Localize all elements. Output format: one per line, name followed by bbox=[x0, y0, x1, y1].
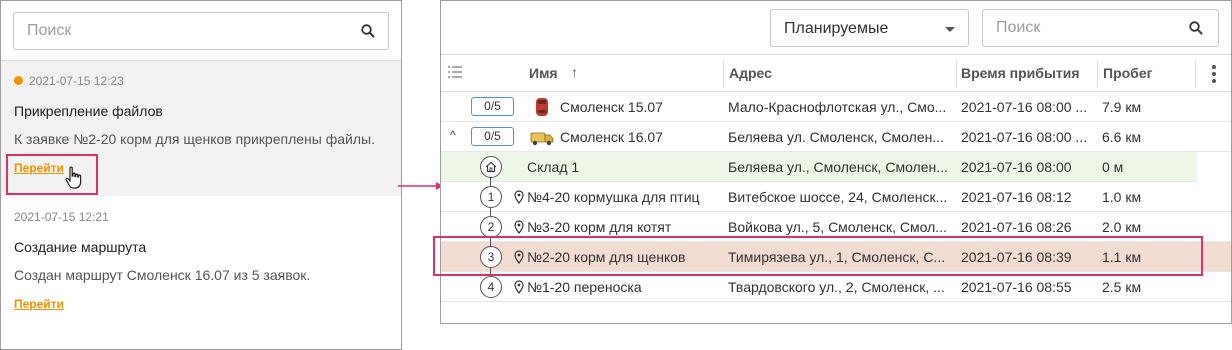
search-icon[interactable] bbox=[360, 23, 376, 39]
stop-name: №4-20 кормушка для птиц bbox=[527, 189, 700, 205]
route-mileage: 6.6 км bbox=[1102, 129, 1142, 145]
home-icon bbox=[485, 161, 497, 173]
map-pin-icon bbox=[514, 220, 524, 234]
toolbar: Планируемые bbox=[441, 1, 1231, 55]
route-arrival: 2021-07-16 08:00 ... bbox=[961, 99, 1088, 115]
notification-text: Создан маршрут Смоленск 16.07 из 5 заяво… bbox=[14, 267, 311, 283]
stop-number: 1 bbox=[480, 186, 502, 208]
column-divider[interactable] bbox=[956, 60, 957, 88]
stop-mileage: 0 м bbox=[1102, 159, 1124, 175]
depot-marker bbox=[480, 156, 502, 178]
connector-arrow-icon bbox=[398, 182, 443, 190]
selected-row-highlight-frame bbox=[433, 236, 1203, 276]
yellow-truck-icon bbox=[530, 132, 554, 146]
stop-mileage: 2.5 км bbox=[1102, 279, 1142, 295]
map-pin-icon bbox=[514, 190, 524, 204]
route-mileage: 7.9 км bbox=[1102, 99, 1142, 115]
notification-item[interactable]: 2021-07-15 12:21 Создание маршрута Созда… bbox=[1, 196, 401, 316]
collapse-toggle[interactable]: ^ bbox=[450, 128, 456, 142]
table-header: Имя ↑ Адрес Время прибытия Пробег bbox=[441, 56, 1231, 92]
column-header-name[interactable]: Имя bbox=[529, 65, 558, 81]
notification-title: Прикрепление файлов bbox=[14, 103, 163, 119]
stop-arrival: 2021-07-16 08:26 bbox=[961, 219, 1072, 235]
sort-ascending-icon[interactable]: ↑ bbox=[571, 64, 578, 80]
stop-address: Твардовского ул., 2, Смоленск, ... bbox=[728, 279, 945, 295]
stop-row-depot[interactable]: Склад 1 Беляева ул., Смоленск, Смолен...… bbox=[441, 152, 1197, 183]
routes-search-input[interactable] bbox=[983, 10, 1173, 46]
notification-title: Создание маршрута bbox=[14, 239, 147, 255]
search-icon[interactable] bbox=[1188, 20, 1204, 36]
stop-address: Беляева ул., Смоленск, Смолен... bbox=[728, 159, 948, 175]
highlight-frame bbox=[6, 154, 98, 195]
column-divider[interactable] bbox=[1097, 60, 1098, 88]
map-pin-icon bbox=[514, 280, 524, 294]
route-address: Мало-Краснофлотская ул., Смо... bbox=[728, 99, 947, 115]
route-name: Смоленск 16.07 bbox=[560, 129, 663, 145]
notification-text: К заявке №2-20 корм для щенков прикрепле… bbox=[14, 131, 375, 147]
more-options-icon[interactable] bbox=[1211, 65, 1217, 83]
list-icon[interactable] bbox=[448, 66, 462, 78]
stop-row[interactable]: 4 №1-20 переноска Твардовского ул., 2, С… bbox=[441, 272, 1231, 302]
stop-mileage: 1.0 км bbox=[1102, 189, 1142, 205]
column-divider[interactable] bbox=[723, 60, 724, 88]
route-address: Беляева ул. Смоленск, Смолен... bbox=[728, 129, 945, 145]
stop-arrival: 2021-07-16 08:55 bbox=[961, 279, 1072, 295]
route-row[interactable]: 0/5 Смоленск 15.07 Мало-Краснофлотская у… bbox=[441, 92, 1231, 122]
orders-count-badge[interactable]: 0/5 bbox=[471, 127, 514, 146]
stop-row[interactable]: 1 №4-20 кормушка для птиц Витебское шосс… bbox=[441, 182, 1231, 213]
red-car-icon bbox=[536, 98, 548, 116]
routes-search-field[interactable] bbox=[982, 9, 1219, 47]
stop-name: Склад 1 bbox=[527, 159, 580, 175]
column-header-arrival[interactable]: Время прибытия bbox=[961, 65, 1080, 81]
column-divider[interactable] bbox=[1195, 60, 1196, 88]
stop-arrival: 2021-07-16 08:12 bbox=[961, 189, 1072, 205]
unread-dot-icon bbox=[14, 76, 23, 85]
column-header-mileage[interactable]: Пробег bbox=[1103, 65, 1152, 81]
notifications-search-input[interactable] bbox=[14, 13, 334, 49]
route-row[interactable]: ^ 0/5 Смоленск 16.07 Беляева ул. Смоленс… bbox=[441, 122, 1231, 152]
stop-address: Витебское шоссе, 24, Смоленск... bbox=[728, 189, 948, 205]
chevron-down-icon bbox=[945, 27, 955, 32]
notification-date: 2021-07-15 12:23 bbox=[14, 74, 124, 88]
stop-number: 4 bbox=[480, 276, 502, 298]
column-header-address[interactable]: Адрес bbox=[729, 65, 772, 81]
stop-number: 2 bbox=[480, 216, 502, 238]
route-name: Смоленск 15.07 bbox=[560, 99, 663, 115]
notifications-panel: 2021-07-15 12:23 Прикрепление файлов К з… bbox=[0, 0, 402, 350]
stop-name: №1-20 переноска bbox=[527, 279, 642, 295]
stop-name: №3-20 корм для котят bbox=[527, 219, 672, 235]
route-arrival: 2021-07-16 08:00 ... bbox=[961, 129, 1088, 145]
stop-arrival: 2021-07-16 08:00 bbox=[961, 159, 1072, 175]
notifications-search-field[interactable] bbox=[13, 12, 389, 50]
orders-count-badge[interactable]: 0/5 bbox=[471, 97, 514, 116]
stop-mileage: 2.0 км bbox=[1102, 219, 1142, 235]
stop-address: Войкова ул., 5, Смоленск, Смол... bbox=[728, 219, 947, 235]
status-filter-select[interactable]: Планируемые bbox=[770, 9, 969, 47]
notification-date: 2021-07-15 12:21 bbox=[14, 210, 109, 224]
go-to-link[interactable]: Перейти bbox=[14, 297, 64, 311]
status-filter-value: Планируемые bbox=[784, 20, 889, 37]
hand-cursor-icon bbox=[65, 166, 82, 189]
